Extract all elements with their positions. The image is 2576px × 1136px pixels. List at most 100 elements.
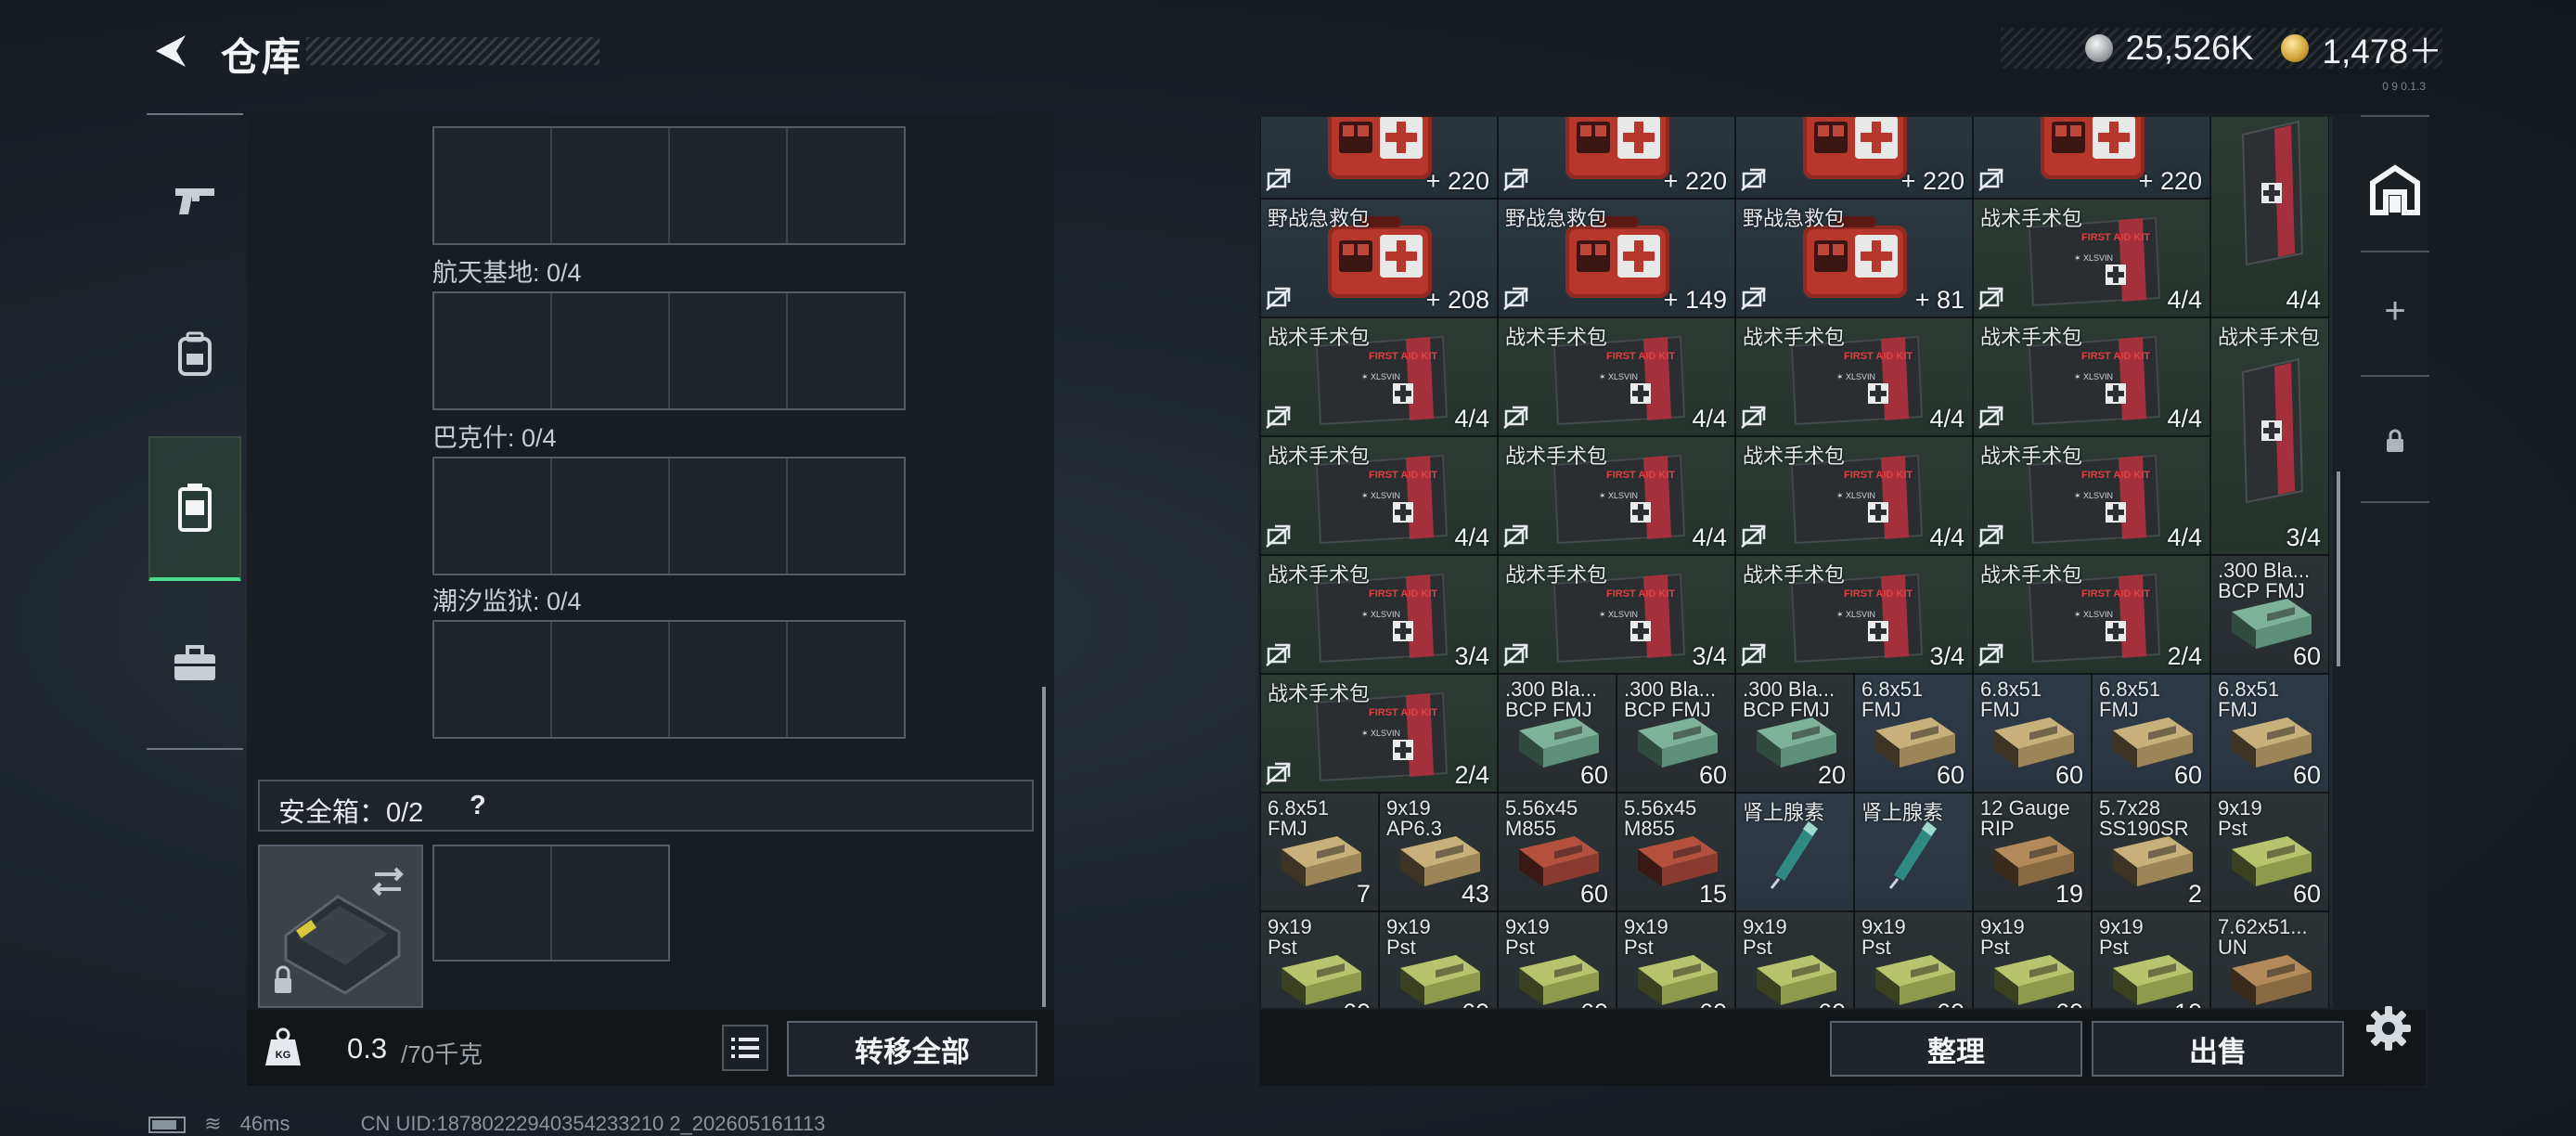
inventory-item[interactable]: .300 Bla... BCP FMJ 60 — [2210, 555, 2329, 674]
plus-icon: + — [2384, 290, 2406, 331]
inventory-item[interactable]: 9x19Pst10 — [2092, 911, 2210, 1008]
inventory-item[interactable]: 9x19Pst60 — [1260, 911, 1379, 1008]
item-name: 战术手术包 — [1980, 326, 2083, 349]
weight-value: 0.3 — [347, 1032, 388, 1065]
container-grid-bakhsh[interactable] — [432, 457, 906, 575]
inventory-item[interactable]: FIRST AID KIT ✶ XLSVIN 战术手术包 2/4 — [1973, 555, 2210, 674]
inventory-item[interactable]: 肾上腺素 — [1854, 793, 1973, 911]
inventory-item[interactable]: 6.8x51 FMJ 7 — [1260, 793, 1379, 911]
nav-item-weapons[interactable] — [148, 139, 241, 260]
inventory-item[interactable]: 野战急救包 + 208 — [1260, 199, 1498, 317]
inventory-item[interactable]: 野战急救包 + 149 — [1498, 199, 1735, 317]
help-icon[interactable]: ? — [470, 791, 486, 821]
svg-text:✶ XLSVIN: ✶ XLSVIN — [1361, 491, 1400, 500]
inventory-item[interactable]: + 220 — [1973, 117, 2210, 199]
inventory-item[interactable]: FIRST AID KIT ✶ XLSVIN 战术手术包 4/4 — [1973, 317, 2210, 436]
container-grid[interactable] — [432, 126, 906, 245]
inventory-item[interactable]: 9x19Pst60 — [1973, 911, 2092, 1008]
svg-text:✶ XLSVIN: ✶ XLSVIN — [2074, 253, 2113, 263]
inventory-item[interactable]: FIRST AID KIT ✶ XLSVIN 战术手术包 4/4 — [1973, 436, 2210, 555]
nav-item-equipment[interactable] — [148, 293, 241, 414]
inventory-item[interactable]: FIRST AID KIT ✶ XLSVIN 战术手术包 4/4 — [1735, 436, 1973, 555]
add-storage-tab-button[interactable]: + — [2357, 278, 2433, 343]
inventory-item[interactable]: 野战急救包 + 81 — [1735, 199, 1973, 317]
inventory-item[interactable]: + 220 — [1498, 117, 1735, 199]
inventory-item[interactable]: FIRST AID KIT ✶ XLSVIN 战术手术包 3/4 — [1498, 555, 1735, 674]
inventory-item[interactable]: 9x19Pst60 — [1498, 911, 1616, 1008]
no-drop-icon — [1978, 406, 2003, 429]
inventory-item[interactable]: 5.56x45 M855 60 — [1498, 793, 1616, 911]
inventory-item[interactable]: + 220 — [1735, 117, 1973, 199]
inventory-item[interactable]: FIRST AID KIT ✶ XLSVIN 战术手术包 4/4 — [1973, 199, 2210, 317]
locked-storage-tab[interactable] — [2357, 408, 2433, 473]
inventory-item[interactable]: 6.8x51 FMJ 60 — [2210, 674, 2329, 793]
silver-coin-icon — [2084, 34, 2113, 62]
container-grid-space-base[interactable] — [432, 291, 906, 410]
inventory-item[interactable]: 6.8x51 FMJ 60 — [2092, 674, 2210, 793]
item-count: 60 — [1462, 999, 1489, 1008]
inventory-item[interactable]: 7.62x51... UN — [2210, 911, 2329, 1008]
inventory-item[interactable]: 6.8x51 FMJ 60 — [1973, 674, 2092, 793]
storage-tab-main[interactable] — [2357, 139, 2433, 241]
inventory-item[interactable]: FIRST AID KIT ✶ XLSVIN 战术手术包 4/4 — [1260, 317, 1498, 436]
transfer-all-button[interactable]: 转移全部 — [787, 1021, 1037, 1077]
svg-text:FIRST AID KIT: FIRST AID KIT — [1606, 351, 1675, 362]
item-variant: BCP FMJ — [2218, 579, 2305, 602]
item-count: + 220 — [1663, 167, 1727, 195]
inventory-item[interactable]: 12 Gauge RIP 19 — [1973, 793, 2092, 911]
item-name: 战术手术包 — [1268, 326, 1371, 349]
inventory-item[interactable]: FIRST AID KIT ✶ XLSVIN 战术手术包 4/4 — [1260, 436, 1498, 555]
nav-item-supplies[interactable] — [148, 603, 241, 724]
item-name: 野战急救包 — [1743, 207, 1846, 230]
gold-amount[interactable]: 1,478＋ — [2322, 23, 2442, 73]
inventory-item[interactable]: 9x19Pst60 — [1616, 911, 1735, 1008]
right-scrollbar[interactable] — [2337, 471, 2340, 666]
inventory-item[interactable]: FIRST AID KIT ✶ XLSVIN 战术手术包 4/4 — [1735, 317, 1973, 436]
inventory-item[interactable]: 6.8x51 FMJ 60 — [1854, 674, 1973, 793]
inventory-grid[interactable]: + 220 + 220 + 220 + 220 4/4 野战急救包 + 208 野战急救包 + … — [1260, 117, 2333, 1008]
no-drop-icon — [1266, 287, 1291, 310]
inventory-item[interactable]: FIRST AID KIT ✶ XLSVIN 战术手术包 3/4 — [1260, 555, 1498, 674]
inventory-item[interactable]: 9x19Pst60 — [1735, 911, 1854, 1008]
inventory-item[interactable]: 战术手术包 3/4 — [2210, 317, 2329, 555]
svg-text:✶ XLSVIN: ✶ XLSVIN — [2074, 372, 2113, 381]
svg-text:FIRST AID KIT: FIRST AID KIT — [1369, 351, 1437, 362]
left-scrollbar[interactable] — [1042, 687, 1046, 1007]
inventory-item[interactable]: FIRST AID KIT ✶ XLSVIN 战术手术包 2/4 — [1260, 674, 1498, 793]
lock-icon — [2387, 429, 2403, 452]
item-name: 战术手术包 — [1743, 563, 1846, 587]
inventory-item[interactable]: FIRST AID KIT ✶ XLSVIN 战术手术包 4/4 — [1498, 317, 1735, 436]
inventory-item[interactable]: 9x19Pst60 — [1379, 911, 1498, 1008]
inventory-item[interactable]: 5.7x28 SS190SR 2 — [2092, 793, 2210, 911]
sort-button[interactable]: 整理 — [1830, 1021, 2082, 1077]
back-icon[interactable] — [148, 30, 191, 72]
settings-gear-icon[interactable] — [2364, 1004, 2413, 1052]
inventory-item[interactable]: 4/4 — [2210, 117, 2329, 317]
item-count: 60 — [2173, 761, 2202, 789]
inventory-item[interactable]: .300 Bla... BCP FMJ 60 — [1616, 674, 1735, 793]
inventory-item[interactable]: + 220 — [1260, 117, 1498, 199]
inventory-item[interactable]: 9x19Pst60 — [2210, 793, 2329, 911]
item-count: 19 — [2054, 880, 2083, 908]
no-drop-icon — [1741, 406, 1766, 429]
inventory-item[interactable]: FIRST AID KIT ✶ XLSVIN 战术手术包 4/4 — [1498, 436, 1735, 555]
inventory-item[interactable]: 5.56x45 M855 15 — [1616, 793, 1735, 911]
inventory-item[interactable]: .300 Bla... BCP FMJ 20 — [1735, 674, 1854, 793]
item-count: 60 — [1818, 999, 1846, 1008]
svg-text:✶ XLSVIN: ✶ XLSVIN — [1836, 610, 1875, 619]
sell-button[interactable]: 出售 — [2092, 1021, 2344, 1077]
container-grid-tidal-prison[interactable] — [432, 620, 906, 739]
inventory-item[interactable]: FIRST AID KIT ✶ XLSVIN 战术手术包 3/4 — [1735, 555, 1973, 674]
item-count: 3/4 — [1929, 642, 1964, 670]
svg-text:✶ XLSVIN: ✶ XLSVIN — [1836, 491, 1875, 500]
nav-item-cases[interactable] — [148, 436, 241, 581]
list-view-button[interactable] — [722, 1025, 768, 1071]
item-name: 战术手术包 — [1980, 563, 2083, 587]
safe-box-grid[interactable] — [432, 845, 670, 962]
inventory-item[interactable]: 9x19 AP6.3 43 — [1379, 793, 1498, 911]
inventory-item[interactable]: 肾上腺素 — [1735, 793, 1854, 911]
inventory-item[interactable]: 9x19Pst60 — [1854, 911, 1973, 1008]
svg-text:FIRST AID KIT: FIRST AID KIT — [1369, 707, 1437, 718]
inventory-item[interactable]: .300 Bla... BCP FMJ 60 — [1498, 674, 1616, 793]
safe-box-item[interactable] — [258, 845, 423, 1008]
